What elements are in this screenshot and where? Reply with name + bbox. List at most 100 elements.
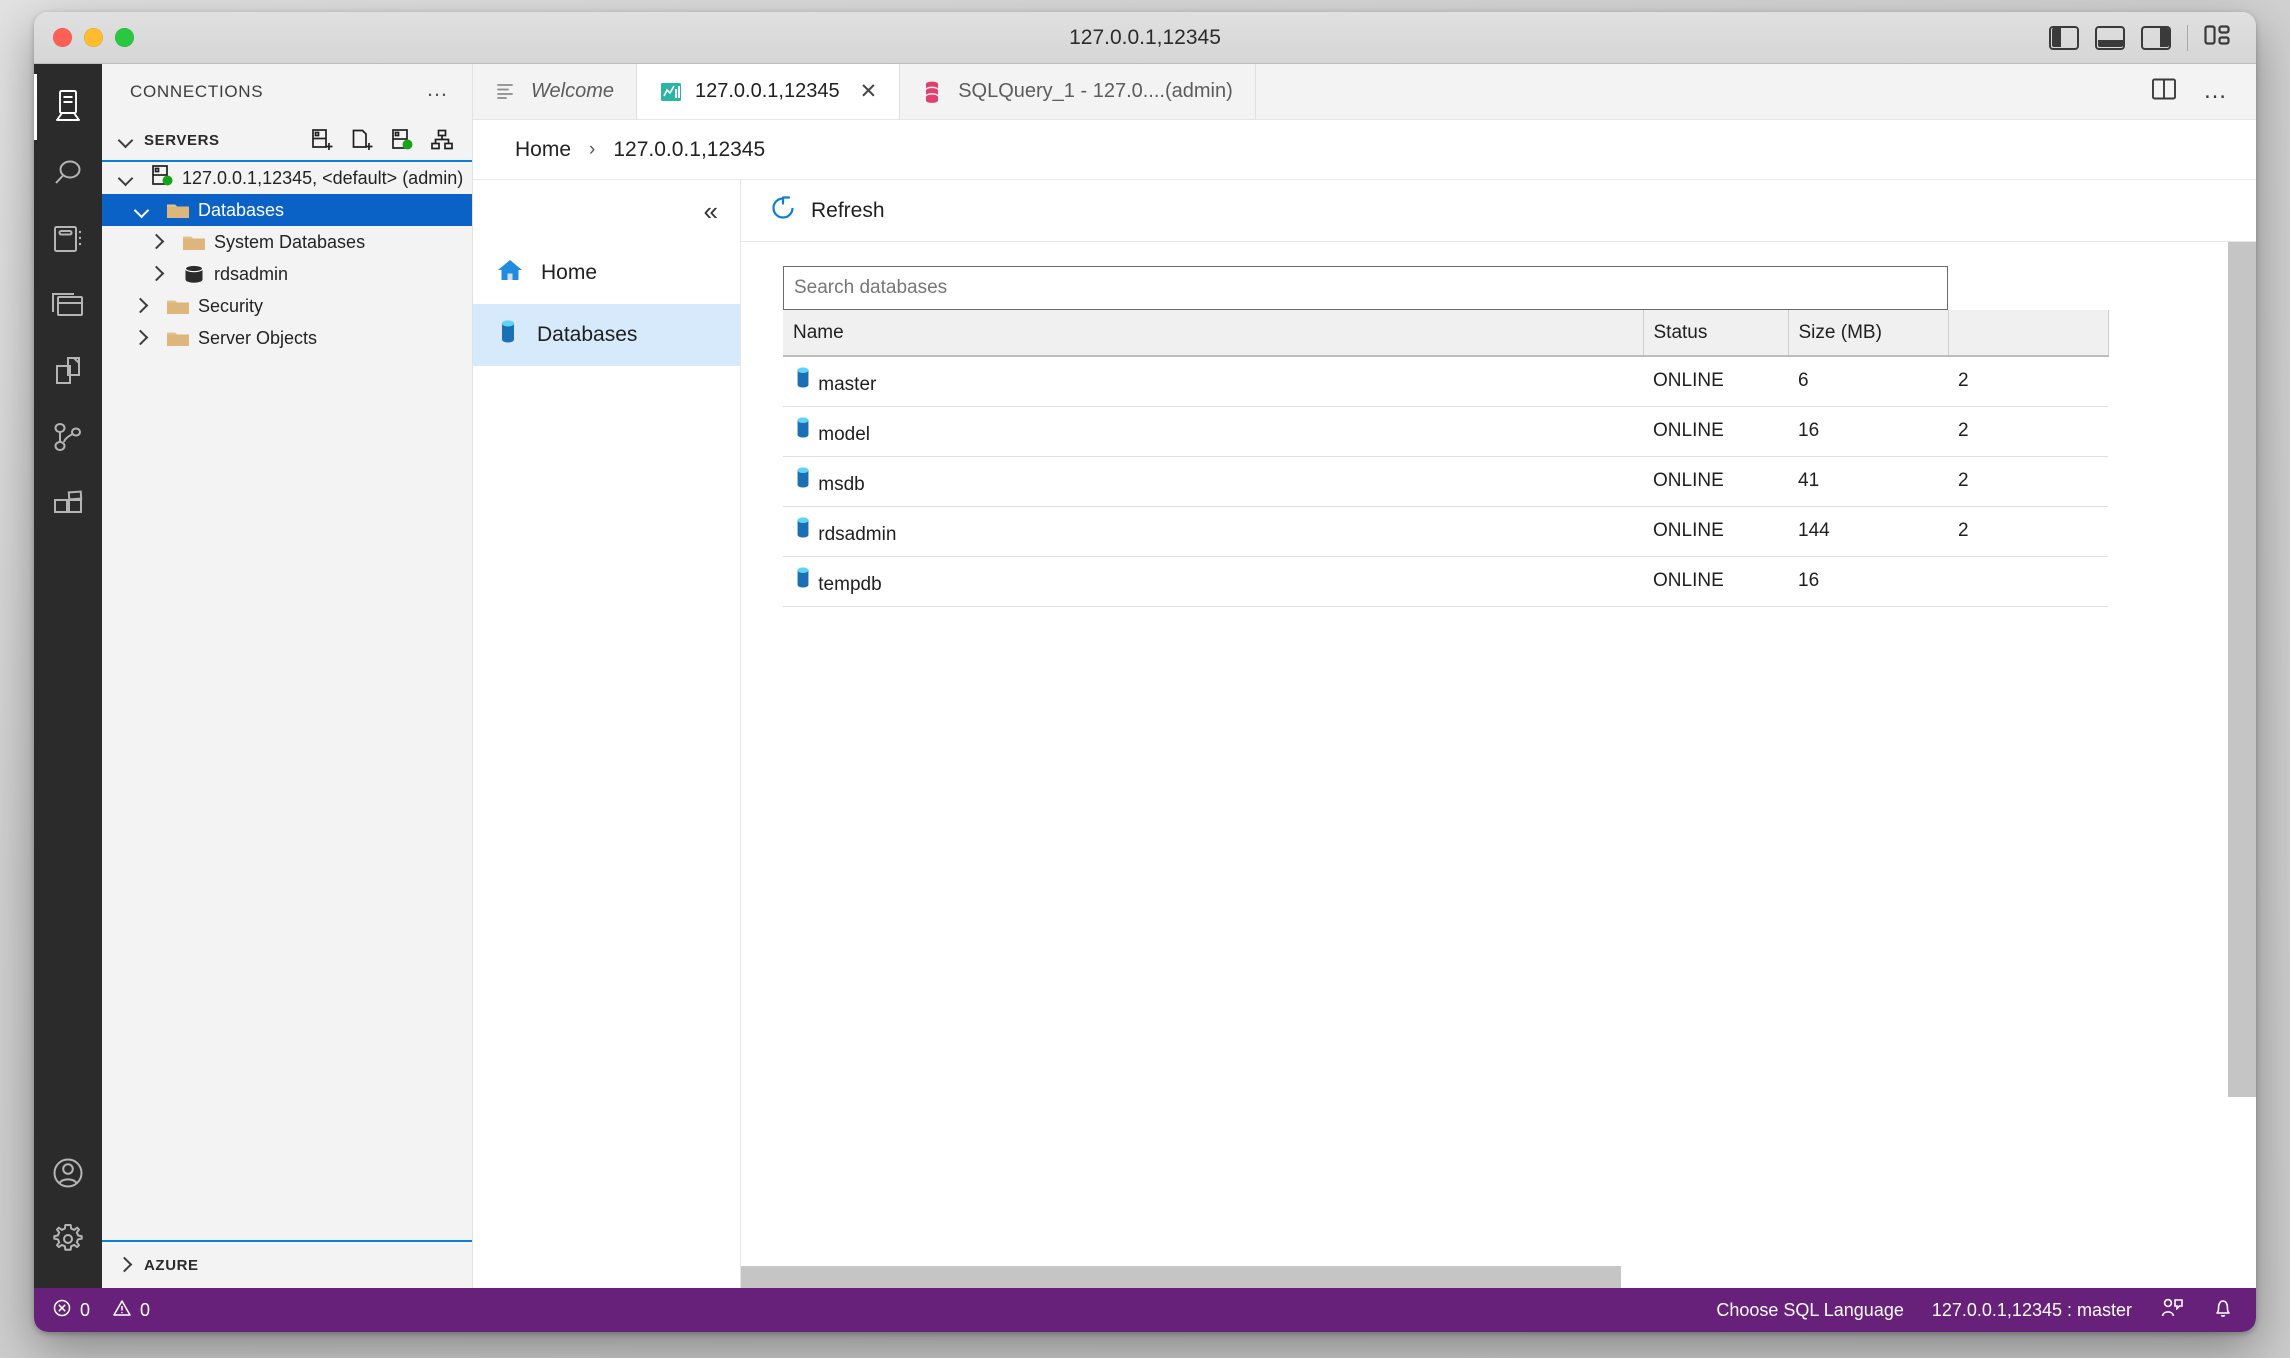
activitybar-item-source-control[interactable] xyxy=(34,404,102,470)
servers-section-actions xyxy=(310,128,472,152)
breadcrumb-item-home[interactable]: Home xyxy=(515,138,571,162)
table-row[interactable]: model ONLINE 16 2 xyxy=(783,406,2108,457)
tree-item-security[interactable]: Security xyxy=(102,290,472,322)
panel-more-actions-icon[interactable]: … xyxy=(426,78,450,106)
column-header-status[interactable]: Status xyxy=(1643,310,1789,357)
connection-status[interactable]: 127.0.0.1,12345 : master xyxy=(1932,1300,2132,1321)
breadcrumb-item-server[interactable]: 127.0.0.1,12345 xyxy=(613,138,765,162)
database-icon xyxy=(793,567,818,595)
error-status[interactable]: 0 xyxy=(52,1298,90,1323)
server-hierarchy-icon[interactable] xyxy=(430,128,454,152)
activitybar-item-servers[interactable] xyxy=(34,74,102,140)
database-icon xyxy=(497,319,519,351)
table-row[interactable]: master ONLINE 6 2 xyxy=(783,356,2108,407)
notebook-icon xyxy=(51,223,85,255)
databases-table: Name Status Size (MB) master ONLINE 6 2 … xyxy=(783,310,2109,607)
table-row[interactable]: msdb ONLINE 41 2 xyxy=(783,456,2108,507)
dashboard-toolbar: Refresh xyxy=(741,180,2256,242)
vertical-scrollbar-thumb[interactable] xyxy=(2228,242,2256,1097)
folder-icon xyxy=(166,296,190,316)
activitybar-item-notebooks[interactable] xyxy=(34,206,102,272)
horizontal-scrollbar-thumb[interactable] xyxy=(741,1266,1621,1288)
database-size: 16 xyxy=(1788,556,1948,607)
tab-sqlquery[interactable]: SQLQuery_1 - 127.0....(admin) xyxy=(900,64,1256,119)
status-bar-left: 0 0 xyxy=(52,1298,150,1323)
tree-item-server-objects[interactable]: Server Objects xyxy=(102,322,472,354)
feedback-icon[interactable] xyxy=(2160,1297,2184,1324)
tab-label: 127.0.0.1,12345 xyxy=(695,80,840,102)
chevron-down-icon[interactable] xyxy=(114,167,136,189)
dashboard-nav-item-home[interactable]: Home xyxy=(473,242,740,304)
activitybar-item-query-history[interactable] xyxy=(34,272,102,338)
activitybar-item-search[interactable] xyxy=(34,140,102,206)
choose-sql-language-button[interactable]: Choose SQL Language xyxy=(1716,1300,1903,1321)
tree-item-rdsadmin[interactable]: rdsadmin xyxy=(102,258,472,290)
table-body: master ONLINE 6 2 model ONLINE 16 2 msdb… xyxy=(783,356,2108,607)
vertical-scrollbar[interactable] xyxy=(2228,242,2256,1288)
chevron-down-icon[interactable] xyxy=(130,199,152,221)
database-name-cell: msdb xyxy=(793,466,1643,496)
table-header-row: Name Status Size (MB) xyxy=(783,310,2109,357)
table-row[interactable]: rdsadmin ONLINE 144 2 xyxy=(783,506,2108,557)
search-databases-input[interactable]: Search databases xyxy=(783,266,1948,310)
connected-server-icon xyxy=(150,164,174,193)
ellipsis-icon[interactable]: … xyxy=(2203,78,2230,103)
tab-welcome[interactable]: Welcome xyxy=(473,64,637,119)
tree-item-system-databases[interactable]: System Databases xyxy=(102,226,472,258)
toggle-secondary-sidebar-icon[interactable] xyxy=(2141,25,2171,50)
activitybar-item-explorer[interactable] xyxy=(34,338,102,404)
chevron-right-icon[interactable] xyxy=(146,231,168,253)
tab-dashboard[interactable]: 127.0.0.1,12345 ✕ xyxy=(637,64,901,119)
table-row[interactable]: tempdb ONLINE 16 xyxy=(783,556,2108,607)
chevron-right-icon[interactable] xyxy=(130,327,152,349)
activitybar-item-extensions[interactable] xyxy=(34,470,102,536)
column-header-size[interactable]: Size (MB) xyxy=(1788,310,1949,357)
horizontal-scrollbar[interactable] xyxy=(741,1266,2228,1288)
tree-item-label: rdsadmin xyxy=(214,263,289,284)
database-extra: 2 xyxy=(1948,456,2108,507)
chevron-right-icon xyxy=(114,1254,136,1276)
warning-status[interactable]: 0 xyxy=(112,1298,150,1323)
minimize-window-button[interactable] xyxy=(84,28,103,47)
database-icon xyxy=(793,417,818,445)
chevron-right-icon[interactable] xyxy=(130,295,152,317)
activitybar-item-accounts[interactable] xyxy=(34,1140,102,1206)
toggle-primary-sidebar-icon[interactable] xyxy=(2049,25,2079,50)
database-icon xyxy=(793,467,818,495)
title-bar: 127.0.0.1,12345 xyxy=(34,12,2256,64)
zoom-window-button[interactable] xyxy=(115,28,134,47)
tree-item-server[interactable]: 127.0.0.1,12345, <default> (admin) xyxy=(102,162,472,194)
panel-header: CONNECTIONS … xyxy=(102,64,472,120)
database-extra: 2 xyxy=(1948,406,2108,457)
source-control-icon xyxy=(51,421,85,453)
activitybar-item-settings[interactable] xyxy=(34,1206,102,1272)
new-server-group-icon[interactable] xyxy=(350,128,374,152)
close-window-button[interactable] xyxy=(53,28,72,47)
servers-tree[interactable]: 127.0.0.1,12345, <default> (admin) Datab… xyxy=(102,160,472,1242)
dashboard-nav-item-databases[interactable]: Databases xyxy=(473,304,740,366)
bell-icon[interactable] xyxy=(2212,1297,2234,1324)
column-header-extra[interactable] xyxy=(1948,310,2109,357)
servers-section-header[interactable]: SERVERS xyxy=(102,120,472,160)
tree-item-databases[interactable]: Databases xyxy=(102,194,472,226)
column-header-name[interactable]: Name xyxy=(783,310,1644,357)
collapse-nav-icon[interactable]: « xyxy=(704,198,718,224)
new-connection-icon[interactable] xyxy=(310,128,334,152)
chevron-down-icon xyxy=(114,129,136,151)
refresh-label[interactable]: Refresh xyxy=(811,199,885,223)
chevron-right-icon[interactable] xyxy=(146,263,168,285)
files-icon xyxy=(51,355,85,387)
split-editor-icon[interactable] xyxy=(2151,77,2177,106)
customize-layout-icon[interactable] xyxy=(2204,23,2232,52)
azure-section-header[interactable]: AZURE xyxy=(102,1242,472,1288)
dashboard-icon xyxy=(659,80,683,104)
warning-count: 0 xyxy=(140,1299,151,1320)
tree-item-label: System Databases xyxy=(214,231,366,252)
database-name: master xyxy=(818,374,877,396)
close-icon[interactable]: ✕ xyxy=(860,79,878,104)
connected-server-icon[interactable] xyxy=(390,128,414,152)
database-status: ONLINE xyxy=(1643,406,1788,457)
collapse-nav-row: « xyxy=(473,180,740,242)
toggle-panel-icon[interactable] xyxy=(2095,25,2125,50)
refresh-icon[interactable] xyxy=(769,194,797,228)
